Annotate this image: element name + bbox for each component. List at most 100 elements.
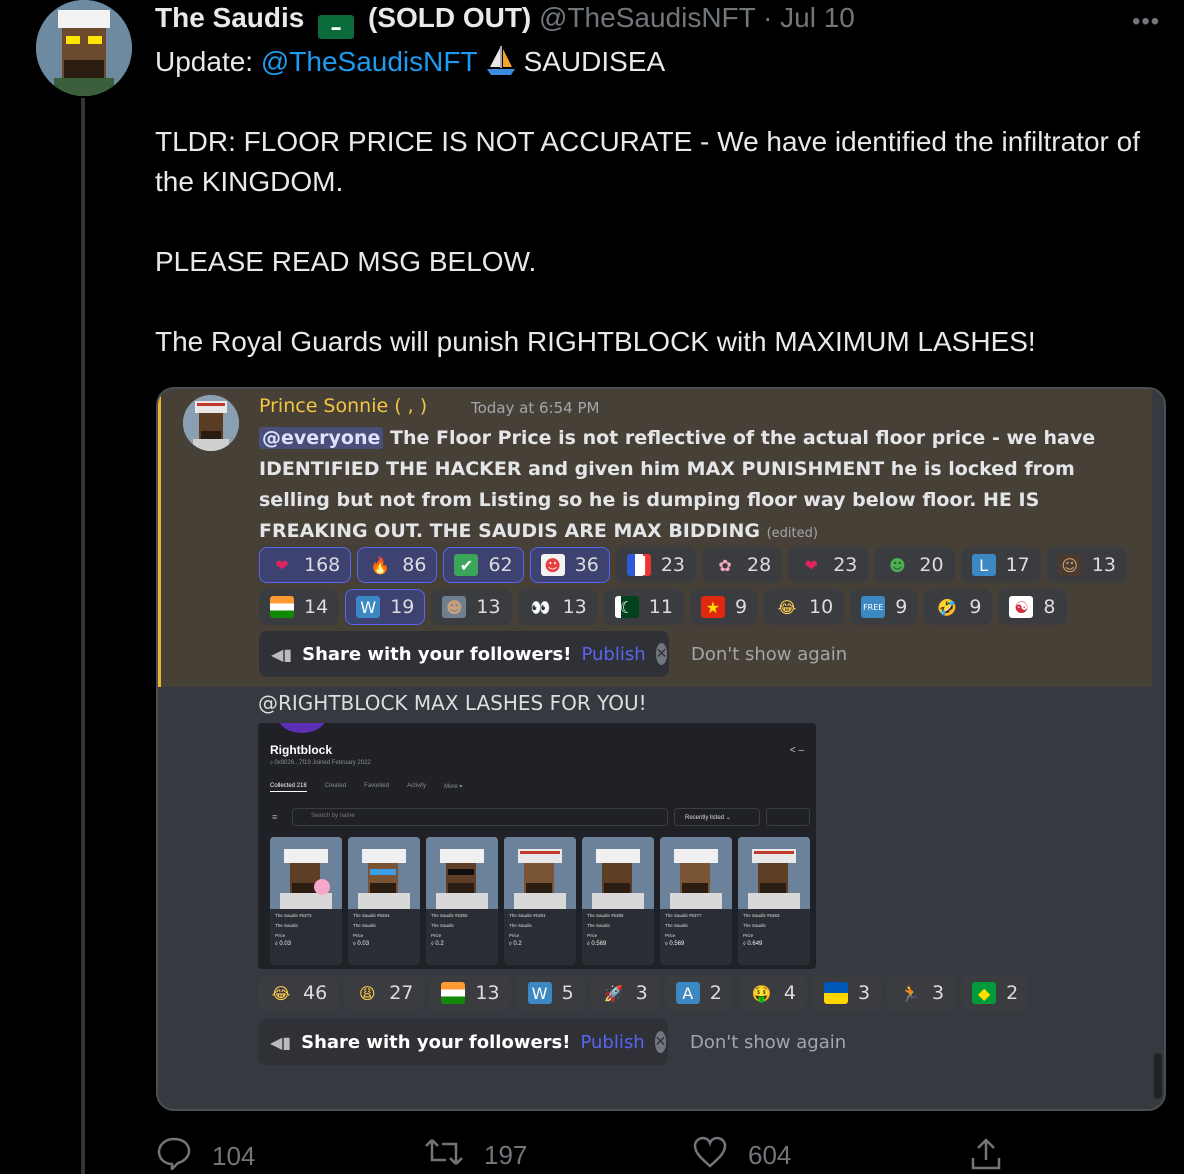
share-text: Share with your followers!: [301, 1031, 571, 1053]
reaction-count: 20: [919, 554, 944, 576]
publish-link[interactable]: Publish: [581, 644, 645, 665]
scrollbar[interactable]: [1154, 1053, 1162, 1099]
reaction-flag-pk[interactable]: ☾ 11: [603, 589, 684, 625]
megaphone-icon: ◀▮: [271, 644, 293, 664]
discord-author-name[interactable]: Prince Sonnie ( , ): [259, 395, 427, 417]
reaction-laugh[interactable]: 😂 46: [258, 975, 339, 1011]
discord-message-body: @everyone The Floor Price is not reflect…: [259, 423, 1139, 549]
discord-timestamp: Today at 6:54 PM: [471, 399, 600, 417]
reaction-pepe[interactable]: ☻ 20: [874, 547, 955, 583]
reaction-flag-br[interactable]: ◆ 2: [961, 975, 1030, 1011]
share-icon: < –: [789, 745, 804, 756]
nft-price-label: Price: [665, 933, 676, 938]
reaction-brain[interactable]: ✿ 28: [702, 547, 783, 583]
laugh-icon: 😂: [777, 597, 797, 617]
nft-price: ⬨ 0.03: [353, 941, 370, 947]
like-button[interactable]: 604: [692, 1136, 791, 1174]
tweet-header: The Saudis ▬ (SOLD OUT) @TheSaudisNFT · …: [155, 2, 855, 39]
reaction-count: 5: [561, 982, 574, 1004]
flag-in-icon: [441, 982, 466, 1004]
reaction-count: 168: [304, 554, 341, 576]
more-options-icon[interactable]: •••: [1132, 8, 1160, 36]
rocket-icon: 🚀: [603, 983, 624, 1003]
nft-name: The Saudis #5373: [275, 913, 312, 918]
reaction-heart[interactable]: ❤ 168: [259, 547, 352, 583]
reaction-free[interactable]: FREE 9: [850, 589, 919, 625]
author-name[interactable]: The Saudis: [155, 2, 304, 33]
letter-a-icon: A: [675, 982, 700, 1004]
face-icon: ☺: [1057, 554, 1082, 576]
nft-name: The Saudis #5381: [509, 913, 546, 918]
reaction-flag-fr[interactable]: ▐ 23: [615, 547, 697, 583]
edited-label: (edited): [766, 526, 818, 541]
nft-collection: The Saudis: [275, 923, 298, 928]
dont-show-again-link[interactable]: Don't show again: [691, 644, 847, 665]
nft-grid: The Saudis #5373 The Saudis Price ⬨ 0.03 The…: [270, 837, 810, 965]
everyone-mention[interactable]: @everyone: [259, 427, 384, 449]
brain-icon: ✿: [718, 555, 732, 575]
sailboat-icon: [484, 43, 518, 77]
flag-br-icon: ◆: [972, 982, 997, 1004]
heart-icon: ❤: [275, 555, 289, 575]
discord-screenshot[interactable]: Prince Sonnie ( , ) Today at 6:54 PM @ev…: [156, 387, 1166, 1111]
nft-collection: The Saudis: [743, 923, 766, 928]
reaction-fire[interactable]: 🔥 86: [357, 547, 438, 583]
search-field: Search by name: [292, 808, 668, 826]
reaction-count: 10: [809, 596, 834, 618]
nft-image: [270, 837, 342, 909]
mention-link[interactable]: @TheSaudisNFT: [261, 46, 478, 77]
fire-icon: 🔥: [370, 555, 391, 575]
publish-link[interactable]: Publish: [580, 1032, 644, 1053]
megaphone-icon: ◀▮: [270, 1032, 292, 1052]
reaction-count: 27: [389, 982, 414, 1004]
tweet-date[interactable]: Jul 10: [780, 2, 855, 33]
reaction-flag-ua[interactable]: 3: [812, 975, 882, 1011]
check-icon: ✔: [454, 554, 479, 576]
reaction-flag-cn[interactable]: ★ 9: [689, 589, 759, 625]
dont-show-again-link[interactable]: Don't show again: [690, 1032, 846, 1053]
discord-avatar: [183, 395, 239, 451]
reaction-running[interactable]: 🏃 3: [887, 975, 956, 1011]
author-handle[interactable]: @TheSaudisNFT: [539, 2, 755, 33]
reply-button[interactable]: 104: [156, 1136, 255, 1174]
reaction-check[interactable]: ✔ 62: [443, 547, 524, 583]
reaction-laugh[interactable]: 😂 10: [764, 589, 845, 625]
reaction-cry-laugh[interactable]: 😩 27: [344, 975, 425, 1011]
reaction-letter-w[interactable]: W5: [516, 975, 585, 1011]
reaction-clown[interactable]: ☻ 36: [529, 547, 610, 583]
tweet-para-tldr: TLDR: FLOOR PRICE IS NOT ACCURATE - We h…: [155, 126, 1140, 197]
reaction-letter-l[interactable]: L 17: [960, 547, 1041, 583]
reply-icon: [156, 1136, 192, 1174]
close-icon[interactable]: ✕: [655, 643, 668, 665]
reaction-face[interactable]: ☺ 13: [1046, 547, 1127, 583]
author-suffix[interactable]: (SOLD OUT): [368, 2, 531, 33]
author-avatar[interactable]: [36, 0, 132, 96]
reaction-heart[interactable]: ❤ 23: [788, 547, 869, 583]
laugh-icon: 😂: [271, 983, 291, 1003]
reactions-row-1: ❤ 168 🔥 86 ✔ 62 ☻ 36 ▐ 23 ✿ 28 ❤ 23 ☻ 20 L 17 ☺ 13: [259, 547, 1127, 583]
retweet-count: 197: [484, 1140, 528, 1170]
share-button[interactable]: [968, 1136, 1004, 1174]
reaction-pixel-saudi[interactable]: ☻ 13: [431, 589, 512, 625]
nft-price-label: Price: [509, 933, 520, 938]
reaction-flag-in[interactable]: 13: [430, 975, 511, 1011]
update-prefix: Update:: [155, 46, 261, 77]
nft-image: [582, 837, 654, 909]
nft-image: [660, 837, 732, 909]
reaction-count: 2: [709, 982, 722, 1004]
reaction-letter-a[interactable]: A2: [664, 975, 733, 1011]
close-icon[interactable]: ✕: [654, 1031, 667, 1053]
nft-price-label: Price: [431, 933, 442, 938]
reaction-letter-w[interactable]: W 19: [345, 589, 426, 625]
reaction-flag-in[interactable]: 14: [259, 589, 340, 625]
reaction-rocket[interactable]: 🚀 3: [590, 975, 659, 1011]
reaction-flag-kr[interactable]: ☯ 8: [998, 589, 1067, 625]
reaction-rofl[interactable]: 🤣 9: [924, 589, 993, 625]
retweet-button[interactable]: 197: [424, 1136, 527, 1174]
running-icon: 🏃: [900, 983, 920, 1003]
reaction-money-face[interactable]: 🤑 4: [738, 975, 807, 1011]
nft-price-label: Price: [743, 933, 754, 938]
nft-price-label: Price: [275, 933, 286, 938]
reaction-count: 9: [969, 596, 982, 618]
reaction-eyes[interactable]: 👀 13: [517, 589, 598, 625]
